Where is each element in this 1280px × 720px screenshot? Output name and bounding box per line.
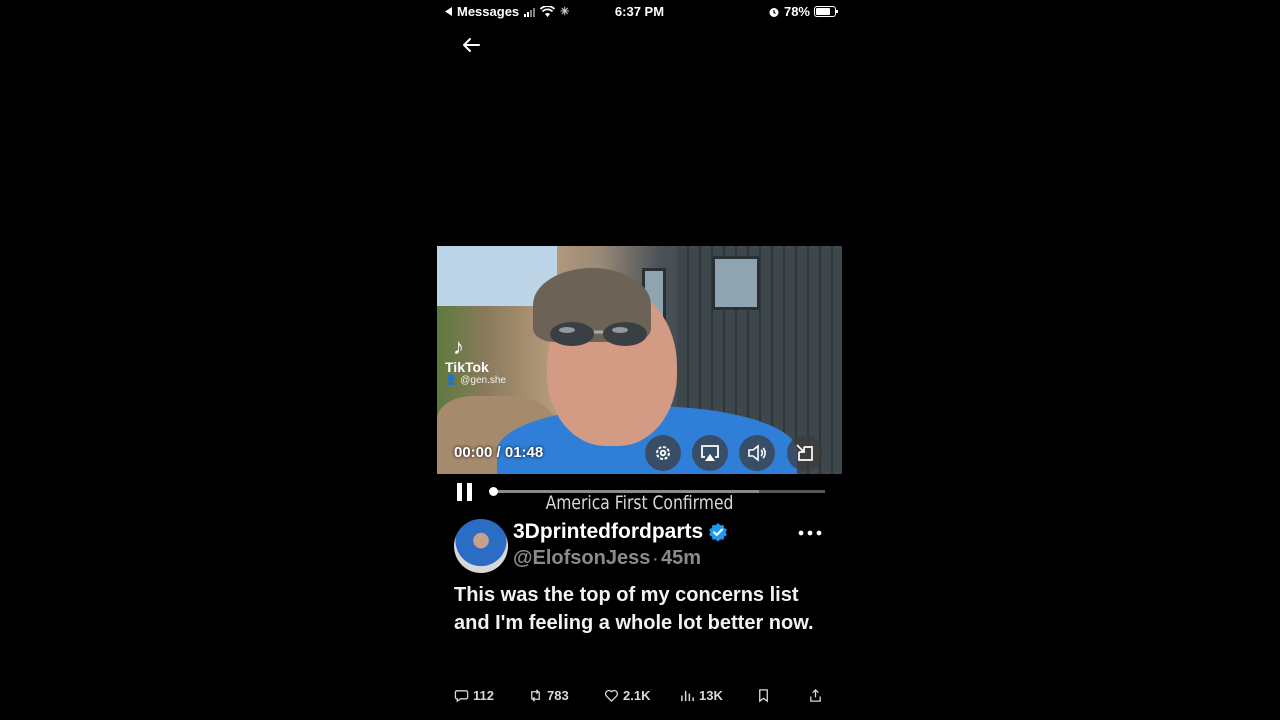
like-count: 2.1K bbox=[623, 688, 651, 703]
tiktok-handle: 👤 @gen.she bbox=[445, 375, 506, 386]
video-time-readout: 00:00 / 01:48 bbox=[454, 444, 544, 461]
repost-button[interactable]: 783 bbox=[528, 688, 569, 703]
avatar[interactable] bbox=[454, 519, 508, 573]
repost-icon bbox=[531, 689, 540, 702]
more-options-button[interactable] bbox=[797, 524, 823, 542]
tiktok-brand: TikTok bbox=[445, 359, 489, 375]
like-button[interactable]: 2.1K bbox=[604, 688, 650, 703]
video-player[interactable]: ♪ TikTok 👤 @gen.she 00:00 / 01:48 bbox=[437, 246, 842, 474]
volume-icon bbox=[748, 444, 766, 462]
video-caption: America First Confirmed bbox=[545, 492, 734, 514]
back-button[interactable] bbox=[459, 33, 483, 57]
views-chart-icon bbox=[681, 690, 694, 702]
battery-fill bbox=[816, 8, 830, 15]
display-name[interactable]: 3Dprintedfordparts bbox=[513, 520, 703, 544]
view-count: 13K bbox=[699, 688, 723, 703]
share-button[interactable] bbox=[808, 688, 823, 703]
user-handle[interactable]: @ElofsonJess bbox=[513, 547, 650, 569]
bookmark-icon bbox=[759, 689, 768, 703]
reply-count: 112 bbox=[473, 688, 494, 703]
pause-icon bbox=[457, 483, 462, 501]
picture-in-picture-icon bbox=[796, 444, 813, 461]
settings-icon bbox=[656, 446, 670, 460]
bookmark-button[interactable] bbox=[756, 688, 771, 703]
video-frame-sunglasses bbox=[550, 322, 647, 346]
share-icon bbox=[810, 688, 821, 702]
separator-dot: · bbox=[653, 550, 658, 567]
pause-icon bbox=[467, 483, 472, 501]
video-pip-button[interactable] bbox=[787, 435, 823, 471]
handle-line: @ElofsonJess · 45m bbox=[513, 547, 701, 570]
battery-icon bbox=[814, 6, 838, 17]
reply-button[interactable]: 112 bbox=[454, 688, 494, 703]
action-bar: 112 783 2.1K 13K bbox=[454, 688, 832, 710]
author-line[interactable]: 3Dprintedfordparts bbox=[513, 520, 728, 544]
views-button[interactable]: 13K bbox=[680, 688, 723, 703]
alarm-icon bbox=[769, 7, 779, 17]
video-frame-window bbox=[712, 256, 760, 310]
arrow-left-icon bbox=[463, 38, 480, 52]
tiktok-handle-text: @gen.she bbox=[460, 375, 506, 386]
more-dots-icon bbox=[798, 530, 822, 536]
phone-screen: Messages ✳ 6:37 PM 78% ♪ TikTok 👤 @gen.s… bbox=[437, 0, 842, 720]
pause-button[interactable] bbox=[455, 481, 475, 503]
tiktok-watermark: ♪ TikTok 👤 @gen.she bbox=[445, 334, 506, 387]
video-volume-button[interactable] bbox=[739, 435, 775, 471]
reply-icon bbox=[454, 690, 469, 703]
tweet-text: This was the top of my concerns list and… bbox=[454, 584, 814, 634]
video-airplay-button[interactable] bbox=[692, 435, 728, 471]
battery-percent: 78% bbox=[783, 4, 810, 19]
repost-count: 783 bbox=[547, 688, 569, 703]
post-time: 45m bbox=[661, 547, 702, 569]
heart-icon bbox=[605, 689, 618, 703]
video-settings-button[interactable] bbox=[645, 435, 681, 471]
status-bar: Messages ✳ 6:37 PM 78% bbox=[437, 0, 842, 24]
tiktok-logo-icon: ♪ bbox=[453, 334, 464, 359]
airplay-icon bbox=[701, 445, 719, 461]
status-right: 78% bbox=[768, 4, 838, 19]
verified-badge-icon bbox=[709, 523, 728, 542]
